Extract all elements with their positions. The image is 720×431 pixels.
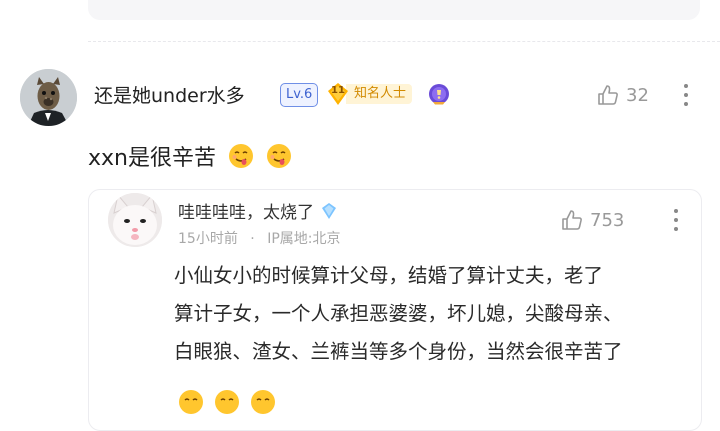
cat-avatar-image xyxy=(108,193,162,247)
previous-reply-card xyxy=(88,0,700,20)
reply-more-button[interactable] xyxy=(672,209,680,233)
fame-badge-number: 11 xyxy=(331,85,345,96)
reply-name-row: 哇哇哇哇，太烧了 xyxy=(178,198,338,223)
more-dot-icon xyxy=(684,84,688,88)
thumbs-up-icon xyxy=(562,210,582,230)
reply-ip-location: IP属地:北京 xyxy=(267,231,341,247)
drool-face-emoji-icon xyxy=(228,143,254,169)
meta-separator: · xyxy=(250,231,255,247)
fame-badge: 11 知名人士 xyxy=(326,82,422,106)
medal-icon xyxy=(428,83,450,105)
reply-username[interactable]: 哇哇哇哇，太烧了 xyxy=(178,198,314,223)
level-badge: Lv.6 xyxy=(280,83,319,107)
comment-username[interactable]: 还是她under水多 xyxy=(94,81,245,108)
reply-user-avatar[interactable] xyxy=(108,193,162,247)
comment-text-content: xxn是很辛苦 xyxy=(88,146,216,171)
more-dot-icon xyxy=(674,209,678,213)
reply-body: 小仙女小的时候算计父母，结婚了算计丈夫，老了 算计子女，一个人承担恶婆婆，坏儿媳… xyxy=(174,257,694,371)
smirk-face-emoji-icon xyxy=(178,389,204,415)
comment-like-count: 32 xyxy=(626,84,649,106)
reply-like-button[interactable]: 753 xyxy=(560,208,624,232)
diamond-badge-icon xyxy=(320,202,338,220)
reply-time: 15小时前 xyxy=(178,231,238,247)
hyena-avatar-image xyxy=(20,69,77,126)
reply-emoji-row xyxy=(178,389,286,415)
fame-gem-icon: 11 xyxy=(326,82,350,106)
more-dot-icon xyxy=(684,93,688,97)
smirk-face-emoji-icon xyxy=(250,389,276,415)
reply-meta: 15小时前 · IP属地:北京 xyxy=(178,228,340,248)
drool-face-emoji-icon xyxy=(266,143,292,169)
more-dot-icon xyxy=(674,227,678,231)
comment-like-button[interactable]: 32 xyxy=(596,83,649,107)
more-dot-icon xyxy=(674,218,678,222)
comment-more-button[interactable] xyxy=(682,84,690,108)
reply-body-line: 算计子女，一个人承担恶婆婆，坏儿媳，尖酸母亲、 xyxy=(174,302,623,325)
comment-divider xyxy=(88,41,720,42)
reply-like-count: 753 xyxy=(590,209,625,231)
reply-body-line: 小仙女小的时候算计父母，结婚了算计丈夫，老了 xyxy=(174,264,604,287)
fame-badge-label: 知名人士 xyxy=(346,84,413,104)
comment-text: xxn是很辛苦 xyxy=(88,140,292,172)
reply-body-line: 白眼狼、渣女、兰裤当等多个身份，当然会很辛苦了 xyxy=(174,340,623,363)
smirk-face-emoji-icon xyxy=(214,389,240,415)
more-dot-icon xyxy=(684,102,688,106)
user-avatar[interactable] xyxy=(20,69,77,126)
thumbs-up-icon xyxy=(598,85,618,105)
